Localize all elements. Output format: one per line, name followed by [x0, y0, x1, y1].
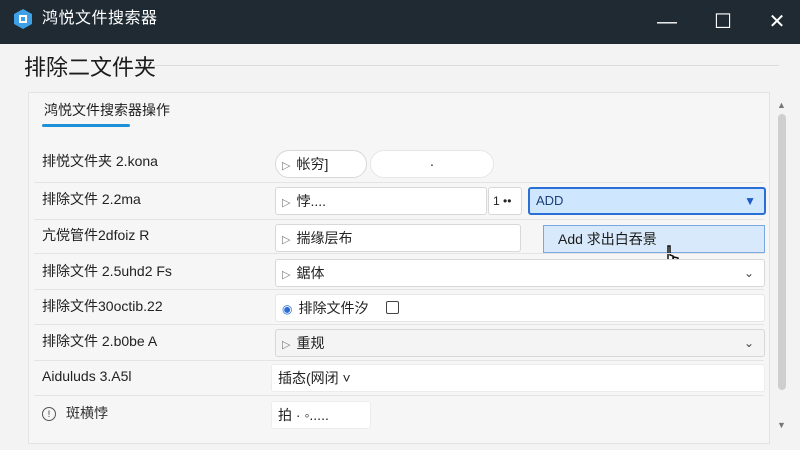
- row-divider: [34, 289, 764, 290]
- row-label-2: 排除文件 2.2ma: [42, 191, 141, 207]
- play-icon: ▷: [282, 269, 291, 281]
- row-2-select-value: ADD: [536, 193, 564, 208]
- row-divider: [34, 360, 764, 361]
- play-icon: ▷: [282, 234, 291, 246]
- tab-active-indicator: [42, 124, 130, 127]
- row-label-4: 排除文件 2.5uhd2 Fs: [42, 263, 172, 279]
- play-icon: ▷: [282, 160, 291, 172]
- row-7-field-text: 插态(网闭 ˅: [278, 370, 351, 386]
- row-1-field[interactable]: ▷ 帐穷]: [275, 150, 367, 178]
- row-label-6: 排除文件 2.b0be A: [42, 333, 158, 349]
- minimize-button[interactable]: —: [650, 8, 684, 36]
- row-divider: [34, 395, 764, 396]
- scroll-down-icon[interactable]: ▼: [777, 420, 786, 430]
- row-2-field-text: 悖....: [296, 193, 327, 209]
- scroll-up-icon[interactable]: ▲: [777, 100, 786, 110]
- dropdown-option-add[interactable]: Add 求出白吞景: [543, 225, 765, 253]
- row-1-dropdown[interactable]: ·: [370, 150, 494, 178]
- row-label-7: Aiduluds 3.A5l: [42, 368, 132, 384]
- row-label-8: ! 斑横悖: [42, 403, 108, 423]
- row-2-count-field[interactable]: 1 ••: [488, 187, 522, 215]
- row-label-3: 亢傥管件2dfoiz R: [42, 227, 150, 243]
- title-bar: 鸿悦文件搜索器 — ☐ ✕: [0, 0, 800, 44]
- chevron-down-icon: ▼: [744, 194, 756, 208]
- row-2-select[interactable]: ADD ▼: [528, 187, 766, 215]
- row-2-field[interactable]: ▷ 悖....: [275, 187, 487, 215]
- row-label-1: 排悦文件夹 2.kona: [42, 153, 158, 169]
- radio-selected-icon[interactable]: ◉: [282, 302, 292, 316]
- row-7-field[interactable]: 插态(网闭 ˅: [271, 364, 765, 392]
- row-6-select[interactable]: ▷ 重规 ⌄: [275, 329, 765, 357]
- play-icon: ▷: [282, 197, 291, 209]
- chevron-down-icon: ⌄: [743, 266, 754, 280]
- row-8-field-text: 拍 · ◦.....: [278, 407, 329, 423]
- heading-divider: [154, 65, 779, 66]
- page-title: 排除二文件夹: [24, 55, 157, 80]
- window-title: 鸿悦文件搜索器: [42, 10, 158, 27]
- row-divider: [34, 182, 764, 183]
- row-label-5: 排除文件30octib.22: [42, 298, 163, 314]
- row-8-field[interactable]: 拍 · ◦.....: [271, 401, 371, 429]
- maximize-button[interactable]: ☐: [706, 8, 740, 36]
- tab-operations[interactable]: 鸿悦文件搜索器操作: [44, 100, 170, 120]
- play-icon: ▷: [282, 339, 291, 351]
- row-8-label-text: 斑横悖: [66, 405, 108, 421]
- checkbox-icon[interactable]: [386, 301, 400, 314]
- row-4-select[interactable]: ▷ 鋸体 ⌄: [275, 259, 765, 287]
- row-5-field-text: 排除文件汐: [298, 300, 369, 316]
- row-4-field-text: 鋸体: [296, 265, 325, 281]
- row-divider: [34, 324, 764, 325]
- row-5-field[interactable]: ◉ 排除文件汐: [275, 294, 765, 322]
- scrollbar-thumb[interactable]: [778, 114, 786, 390]
- row-6-field-text: 重规: [296, 335, 325, 351]
- close-button[interactable]: ✕: [760, 8, 794, 36]
- info-icon: !: [42, 407, 56, 421]
- row-1-field-text: 帐穷]: [296, 156, 329, 172]
- app-logo-icon: [14, 9, 32, 29]
- row-divider: [34, 219, 764, 220]
- row-3-field[interactable]: ▷ 揣缘层布: [275, 224, 521, 252]
- row-divider: [34, 253, 764, 254]
- chevron-down-icon: ⌄: [743, 336, 754, 350]
- row-2-count-text: 1 ••: [493, 194, 512, 208]
- row-3-field-text: 揣缘层布: [296, 230, 353, 246]
- row-1-dropdown-dot: ·: [429, 156, 435, 172]
